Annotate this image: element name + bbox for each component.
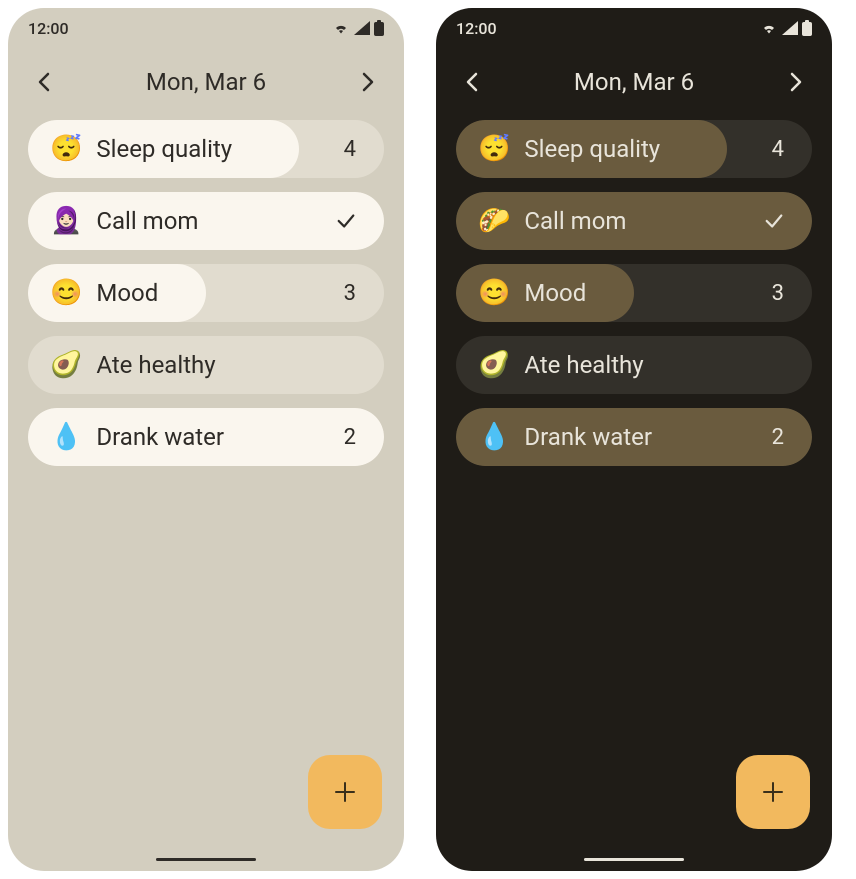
habit-item[interactable]: 😊 Mood 3 [28, 264, 384, 322]
habit-emoji: 😴 [478, 136, 510, 162]
habit-emoji: 💧 [50, 424, 82, 450]
habit-emoji: 🥑 [478, 352, 510, 378]
habit-emoji: 😊 [50, 280, 82, 306]
habit-item[interactable]: 💧 Drank water 2 [456, 408, 812, 466]
habit-content: 🥑 Ate healthy [456, 351, 812, 379]
habits-list-dark: 😴 Sleep quality 4 🌮 Call mom 😊 Mood 3 🥑 Ate healt… [436, 120, 832, 466]
habit-item[interactable]: 🌮 Call mom [456, 192, 812, 250]
status-time: 12:00 [456, 19, 497, 38]
date-header: Mon, Mar 6 [436, 48, 832, 120]
signal-icon [782, 21, 798, 35]
status-icons [760, 20, 812, 36]
add-habit-button[interactable] [308, 755, 382, 829]
wifi-icon [760, 21, 778, 35]
nav-handle[interactable] [584, 858, 684, 861]
date-title: Mon, Mar 6 [574, 68, 694, 96]
habit-item[interactable]: 🥑 Ate healthy [28, 336, 384, 394]
habit-emoji: 😴 [50, 136, 82, 162]
wifi-icon [332, 21, 350, 35]
habit-content: 💧 Drank water 2 [456, 423, 812, 451]
chevron-right-icon [790, 72, 802, 92]
habit-item[interactable]: 😴 Sleep quality 4 [28, 120, 384, 178]
plus-icon [334, 781, 356, 803]
habit-content: 😴 Sleep quality 4 [456, 135, 812, 163]
chevron-left-icon [38, 72, 50, 92]
habit-label: Call mom [96, 207, 322, 235]
battery-icon [802, 20, 812, 36]
prev-day-button[interactable] [32, 70, 56, 94]
habit-emoji: 🧕🏻 [50, 208, 82, 234]
habit-content: 💧 Drank water 2 [28, 423, 384, 451]
habit-value: 4 [344, 137, 356, 162]
habit-value: 2 [344, 425, 356, 450]
phone-dark: 12:00 Mon, Mar 6 😴 Sleep quality 4 🌮 Call mo… [436, 8, 832, 871]
habit-content: 🥑 Ate healthy [28, 351, 384, 379]
date-title: Mon, Mar 6 [146, 68, 266, 96]
habit-label: Mood [524, 279, 757, 307]
habit-content: 😊 Mood 3 [28, 279, 384, 307]
signal-icon [354, 21, 370, 35]
phone-light: 12:00 Mon, Mar 6 😴 Sleep quality 4 🧕🏻 Call m… [8, 8, 404, 871]
habit-label: Sleep quality [524, 135, 757, 163]
habit-content: 😴 Sleep quality 4 [28, 135, 384, 163]
habit-label: Mood [96, 279, 329, 307]
status-time: 12:00 [28, 19, 69, 38]
habit-emoji: 💧 [478, 424, 510, 450]
habit-label: Drank water [96, 423, 329, 451]
check-icon [764, 211, 784, 231]
check-icon [336, 211, 356, 231]
habit-item[interactable]: 🥑 Ate healthy [456, 336, 812, 394]
date-header: Mon, Mar 6 [8, 48, 404, 120]
chevron-left-icon [466, 72, 478, 92]
habit-content: 🌮 Call mom [456, 207, 812, 235]
habit-label: Ate healthy [524, 351, 790, 379]
habit-item[interactable]: 💧 Drank water 2 [28, 408, 384, 466]
chevron-right-icon [362, 72, 374, 92]
next-day-button[interactable] [784, 70, 808, 94]
habit-label: Sleep quality [96, 135, 329, 163]
habit-label: Ate healthy [96, 351, 362, 379]
next-day-button[interactable] [356, 70, 380, 94]
habit-item[interactable]: 🧕🏻 Call mom [28, 192, 384, 250]
battery-icon [374, 20, 384, 36]
habit-value: 4 [772, 137, 784, 162]
plus-icon [762, 781, 784, 803]
habit-label: Call mom [524, 207, 750, 235]
habit-emoji: 😊 [478, 280, 510, 306]
status-bar: 12:00 [8, 8, 404, 48]
add-habit-button[interactable] [736, 755, 810, 829]
habit-emoji: 🌮 [478, 208, 510, 234]
habits-list-light: 😴 Sleep quality 4 🧕🏻 Call mom 😊 Mood 3 🥑 Ate heal… [8, 120, 404, 466]
prev-day-button[interactable] [460, 70, 484, 94]
habit-value: 2 [772, 425, 784, 450]
status-bar: 12:00 [436, 8, 832, 48]
habit-item[interactable]: 😴 Sleep quality 4 [456, 120, 812, 178]
habit-content: 🧕🏻 Call mom [28, 207, 384, 235]
status-icons [332, 20, 384, 36]
habit-emoji: 🥑 [50, 352, 82, 378]
habit-content: 😊 Mood 3 [456, 279, 812, 307]
habit-label: Drank water [524, 423, 757, 451]
nav-handle[interactable] [156, 858, 256, 861]
habit-value: 3 [344, 281, 356, 306]
habit-item[interactable]: 😊 Mood 3 [456, 264, 812, 322]
habit-value: 3 [772, 281, 784, 306]
